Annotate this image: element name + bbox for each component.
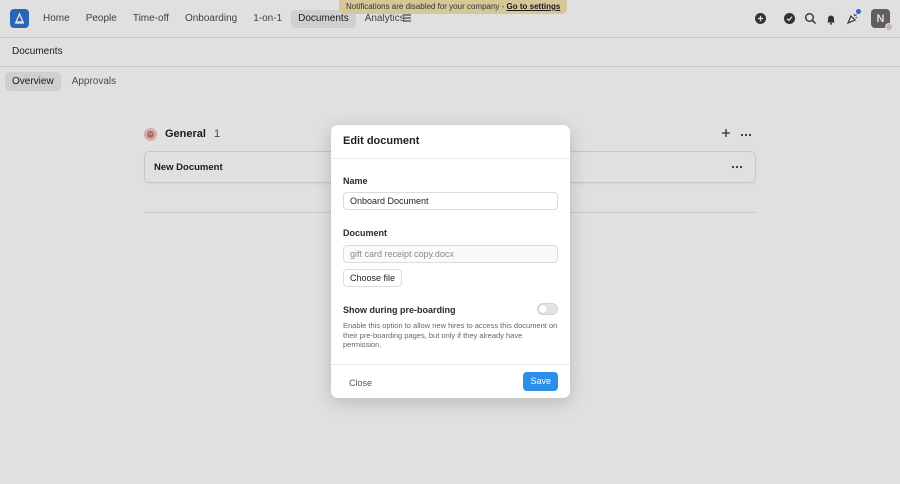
document-file-input[interactable] (343, 245, 558, 263)
name-input[interactable] (343, 192, 558, 210)
save-button[interactable]: Save (523, 372, 558, 391)
pre-boarding-help-text: Enable this option to allow new hires to… (343, 321, 558, 350)
toggle-knob (539, 305, 547, 313)
document-label: Document (343, 228, 388, 238)
modal-title: Edit document (343, 135, 420, 147)
edit-document-modal: Edit document Name Document Choose file … (331, 125, 570, 398)
modal-footer-divider (331, 364, 570, 365)
close-button[interactable]: Close (343, 376, 378, 390)
pre-boarding-toggle[interactable] (537, 303, 558, 315)
choose-file-button[interactable]: Choose file (343, 269, 403, 287)
pre-boarding-toggle-label: Show during pre-boarding (343, 305, 456, 315)
modal-header-divider (331, 158, 570, 159)
name-label: Name (343, 176, 368, 186)
